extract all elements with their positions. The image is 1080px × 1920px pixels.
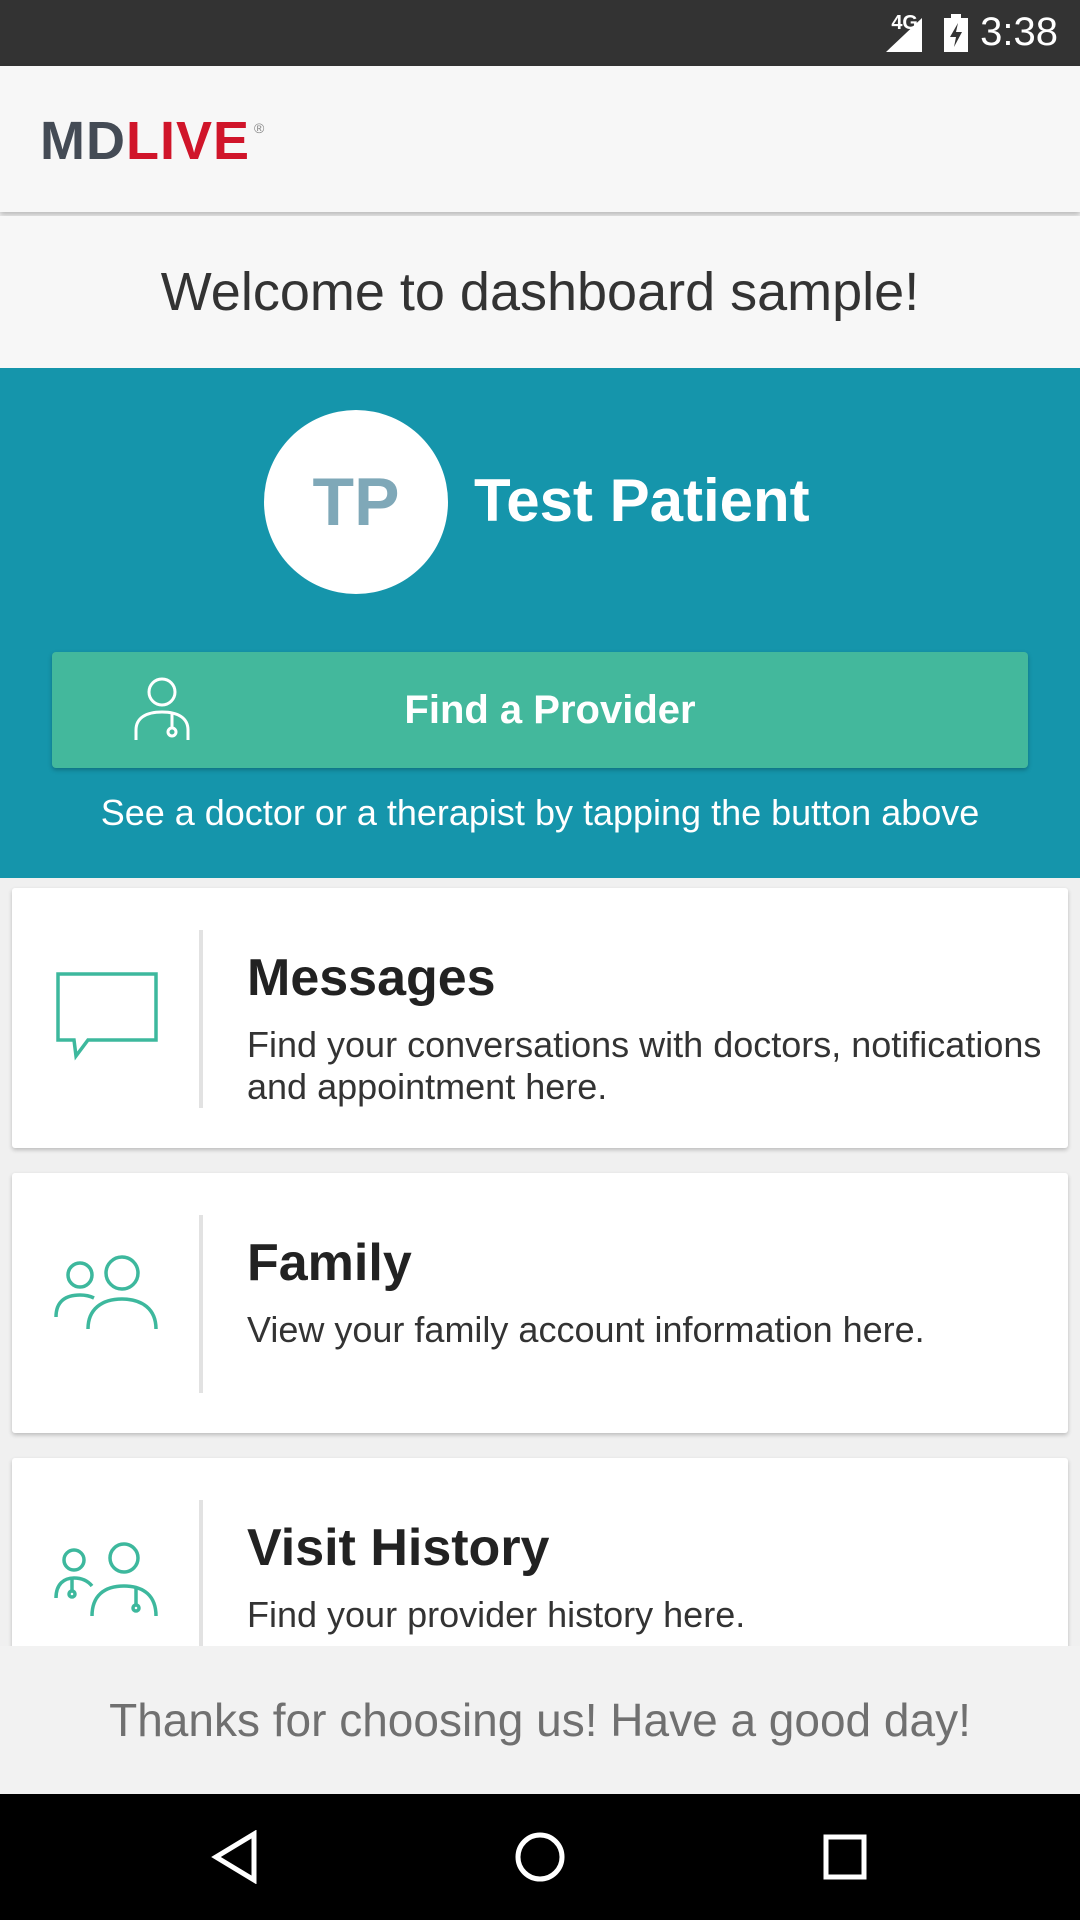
welcome-message: Welcome to dashboard sample! — [0, 216, 1080, 368]
card-divider — [199, 930, 203, 1108]
card-divider — [199, 1500, 203, 1646]
status-bar: 4G 3:38 — [0, 0, 1080, 66]
card-description: View your family account information her… — [247, 1309, 925, 1350]
profile-section: TP Test Patient Find a Provider See a do… — [0, 368, 1080, 878]
find-provider-button[interactable]: Find a Provider — [52, 652, 1028, 768]
find-provider-label: Find a Provider — [404, 688, 696, 732]
chat-icon — [56, 972, 158, 1061]
card-title: Visit History — [247, 1519, 550, 1577]
footer-message: Thanks for choosing us! Have a good day! — [0, 1646, 1080, 1794]
recents-icon[interactable] — [820, 1830, 870, 1884]
card-title: Messages — [247, 949, 496, 1007]
dashboard-card-list[interactable]: Messages Find your conversations with do… — [0, 878, 1080, 1646]
card-divider — [199, 1215, 203, 1393]
card-description: Find your provider history here. — [247, 1594, 746, 1635]
patient-name: Test Patient — [474, 467, 810, 534]
back-icon[interactable] — [210, 1830, 260, 1884]
logo-live: LIVE — [125, 111, 251, 171]
navigation-bar — [0, 1794, 1080, 1920]
app-bar: MDLIVE ® — [0, 66, 1080, 212]
family-icon — [54, 1255, 158, 1330]
signal-icon — [886, 18, 922, 52]
home-icon[interactable] — [514, 1830, 566, 1884]
registered-mark: ® — [254, 120, 266, 136]
avatar: TP — [264, 410, 448, 594]
logo-md: MD — [40, 111, 126, 171]
visit-history-icon — [54, 1542, 158, 1617]
visit-history-card[interactable]: Visit History Find your provider history… — [12, 1458, 1068, 1646]
card-description: Find your conversations with doctors, no… — [247, 1024, 1042, 1107]
family-card[interactable]: Family View your family account informat… — [12, 1173, 1068, 1433]
mdlive-logo: MDLIVE ® — [40, 110, 265, 172]
find-provider-hint: See a doctor or a therapist by tapping t… — [100, 792, 980, 833]
card-title: Family — [247, 1234, 412, 1292]
messages-card[interactable]: Messages Find your conversations with do… — [12, 888, 1068, 1148]
battery-charging-icon — [944, 14, 968, 52]
clock: 3:38 — [980, 10, 1058, 54]
